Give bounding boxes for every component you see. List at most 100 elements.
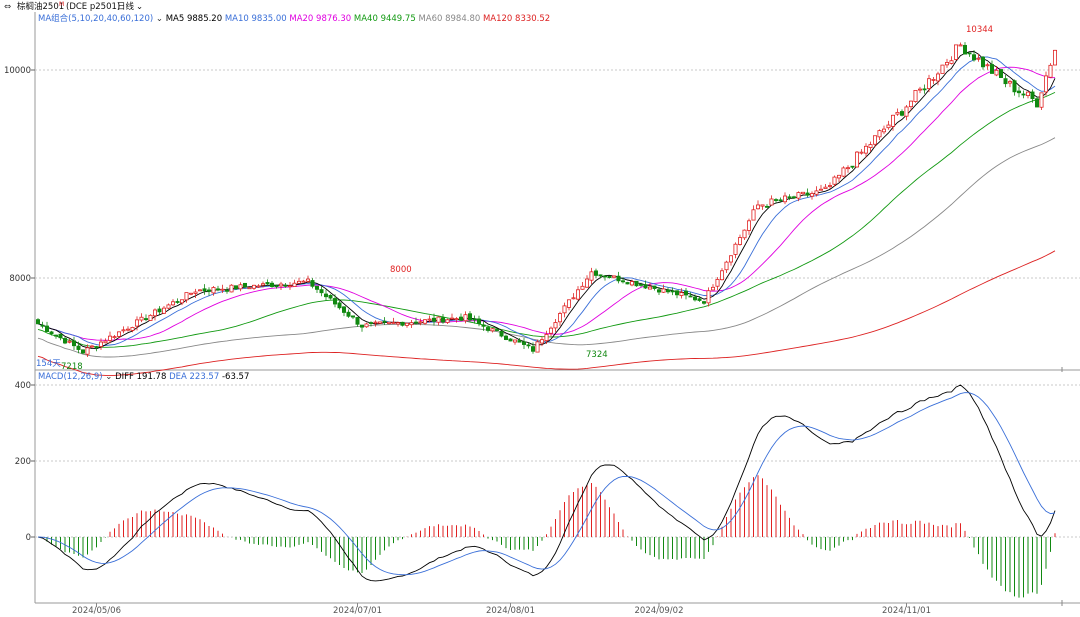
double-arrow-icon[interactable]: ⇔ [4, 2, 11, 12]
candle [467, 313, 472, 321]
candle [783, 195, 788, 203]
candle [900, 111, 905, 116]
candle [157, 308, 162, 313]
macd-tick-label: 400 [15, 381, 31, 391]
candle [562, 305, 567, 314]
candle [382, 320, 387, 323]
candle [670, 290, 675, 293]
candle [589, 271, 594, 281]
candle [594, 270, 599, 276]
candle [850, 165, 855, 168]
ma120-line [37, 250, 1056, 376]
candle [823, 186, 828, 189]
candle [697, 298, 702, 301]
candle [967, 52, 972, 55]
candle [742, 229, 747, 239]
candle [886, 124, 891, 129]
candle [981, 56, 986, 68]
candle [702, 301, 707, 304]
candle [215, 288, 220, 291]
candle [440, 317, 445, 323]
candle [553, 322, 558, 329]
candle [769, 198, 774, 206]
candle [895, 111, 900, 115]
candle [458, 316, 463, 321]
candle [54, 334, 59, 337]
candle [715, 279, 720, 287]
candle [431, 317, 436, 322]
candle [544, 334, 549, 342]
macd-legend-text[interactable]: MACD(12,26,9) ⌄ DIFF 191.78 DEA 223.57 -… [38, 372, 249, 382]
candle [598, 274, 603, 277]
candle [751, 209, 756, 221]
ma10-line [37, 56, 1056, 347]
candle [256, 285, 261, 288]
candle [688, 295, 693, 298]
candle [112, 336, 117, 339]
candle [418, 321, 423, 324]
candle [859, 151, 864, 154]
candle [756, 204, 761, 210]
candle [454, 318, 459, 320]
candle [166, 304, 171, 309]
candle [364, 323, 369, 328]
candle [179, 299, 184, 304]
main-contract-badge: M [59, 1, 64, 8]
candle [332, 298, 337, 305]
candle [675, 290, 680, 296]
candle [558, 313, 563, 323]
candle [711, 286, 716, 291]
annotation-high-8000: 8000 [390, 265, 412, 275]
candle [922, 88, 927, 91]
candle [661, 288, 666, 293]
candle [350, 315, 355, 318]
candle [540, 339, 545, 344]
candle [801, 191, 806, 195]
candle [99, 341, 104, 347]
candle [40, 324, 45, 327]
candle [945, 62, 950, 66]
candle [287, 285, 292, 288]
candle [1035, 98, 1040, 108]
candle [634, 280, 639, 287]
candle [472, 318, 477, 321]
candle [765, 205, 770, 208]
dea-line [37, 392, 1056, 576]
annotation-low-7218: 7218 [61, 362, 83, 372]
candle [314, 285, 319, 290]
candle [49, 331, 54, 335]
candle [242, 282, 247, 288]
candle [422, 319, 427, 324]
candle [837, 174, 842, 179]
chevron-down-icon[interactable]: ⌄ [136, 2, 143, 12]
candle [949, 60, 954, 64]
candle [994, 69, 999, 76]
macd-group-label[interactable]: MACD(12,26,9) [38, 372, 103, 382]
candle [828, 185, 833, 187]
ma-legend-text[interactable]: MA组合(5,10,20,40,60,120) ⌄ MA5 9885.20 MA… [38, 13, 550, 24]
candle [1039, 92, 1044, 108]
candle [67, 340, 72, 343]
date-label: 2024/11/01 [882, 606, 931, 616]
ma-group-label[interactable]: MA组合(5,10,20,40,60,120) [38, 13, 153, 24]
candle [531, 346, 536, 352]
chevron-down-icon[interactable]: ⌄ [103, 372, 116, 382]
candle [436, 316, 441, 323]
candle [130, 327, 135, 331]
candle [855, 151, 860, 168]
candle [117, 331, 122, 337]
macd-tick-label: 0 [26, 533, 31, 543]
candle [729, 255, 734, 263]
annotation-high-10344: 10344 [966, 25, 993, 35]
period-selector[interactable]: 日线 [117, 1, 135, 12]
candle [108, 335, 113, 341]
annotation-days: 154天 [36, 359, 61, 369]
chart-canvas[interactable]: ⇔ 棕榈油2501 M (DCE p2501) 日线 ⌄ MA组合(5,10,2… [0, 0, 1080, 617]
candle [580, 285, 585, 290]
date-axis: 2024/05/06 2024/07/01 2024/08/01 2024/09/02… [72, 603, 931, 616]
candle [143, 318, 148, 321]
candle [679, 292, 684, 296]
chevron-down-icon[interactable]: ⌄ [153, 14, 166, 24]
candle [220, 288, 225, 291]
candle [58, 333, 63, 339]
